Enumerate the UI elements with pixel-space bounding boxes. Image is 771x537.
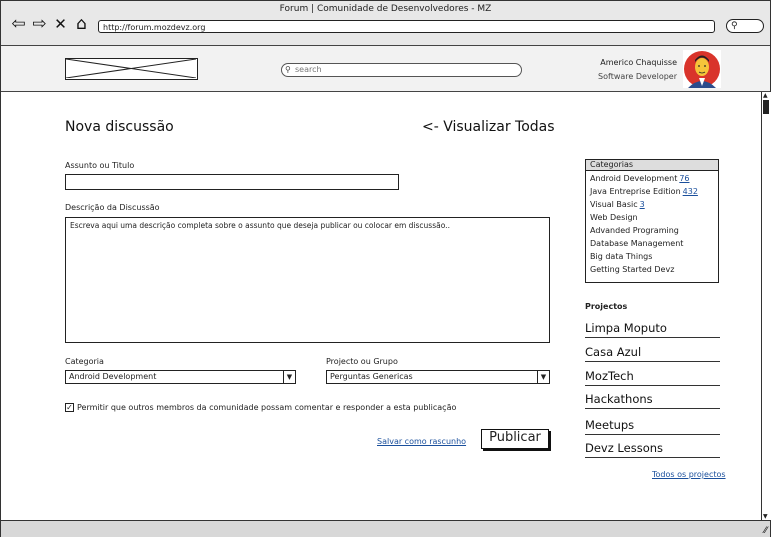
avatar[interactable] (683, 50, 721, 88)
page-title: Nova discussão (65, 119, 174, 135)
logo-image-icon (66, 59, 196, 78)
checkbox-checked-icon[interactable]: ✓ (65, 403, 74, 412)
category-item[interactable]: Android Development 76 (590, 174, 690, 183)
project-item[interactable]: MozTech (585, 369, 720, 386)
all-projects-link[interactable]: Todos os projectos (652, 470, 726, 479)
logo-placeholder[interactable] (65, 58, 198, 80)
close-icon[interactable]: ✕ (52, 15, 69, 33)
category-item[interactable]: Database Management (590, 239, 683, 248)
project-value: Perguntas Genericas (330, 372, 413, 381)
category-item[interactable]: Java Entreprise Edition 432 (590, 187, 698, 196)
save-draft-link[interactable]: Salvar como rascunho (377, 437, 466, 446)
user-role: Software Developer (598, 72, 677, 81)
project-item[interactable]: Limpa Moputo (585, 321, 720, 338)
publish-button[interactable]: Publicar (481, 429, 549, 449)
categories-panel: Categorias Android Development 76 Java En… (585, 159, 719, 283)
scroll-up-icon[interactable]: ▲ (763, 92, 768, 99)
forward-icon[interactable]: ⇨ (31, 15, 48, 33)
site-header: ⚲ search Americo Chaquisse Software Deve… (1, 46, 770, 92)
site-search-input[interactable]: ⚲ search (281, 63, 522, 77)
resize-icon[interactable]: ⁄⁄ (764, 526, 767, 536)
category-label: Categoria (65, 357, 104, 366)
browser-titlebar: Forum | Comunidade de Desenvolvedores - … (1, 1, 770, 46)
search-placeholder: search (295, 65, 322, 74)
category-item[interactable]: Advanded Programing (590, 226, 679, 235)
project-item[interactable]: Meetups (585, 418, 720, 435)
browser-window: Forum | Comunidade de Desenvolvedores - … (0, 0, 771, 537)
category-item[interactable]: Web Design (590, 213, 638, 222)
window-title: Forum | Comunidade de Desenvolvedores - … (279, 4, 492, 14)
subject-label: Assunto ou Titulo (65, 161, 135, 170)
search-icon: ⚲ (285, 65, 291, 74)
view-all-link[interactable]: <- Visualizar Todas (422, 119, 555, 135)
project-item[interactable]: Devz Lessons (585, 441, 720, 458)
vertical-scrollbar[interactable]: ▲ ▼ (761, 92, 771, 520)
project-select[interactable]: Perguntas Genericas ▼ (326, 370, 550, 384)
scroll-thumb[interactable] (763, 100, 769, 114)
project-item[interactable]: Casa Azul (585, 345, 720, 362)
dropdown-arrow-icon[interactable]: ▼ (537, 371, 549, 383)
project-item[interactable]: Hackathons (585, 392, 720, 409)
category-select[interactable]: Android Development ▼ (65, 370, 296, 384)
scroll-down-icon[interactable]: ▼ (763, 513, 768, 520)
home-icon[interactable]: ⌂ (73, 15, 90, 33)
subject-input[interactable] (65, 174, 399, 190)
category-item[interactable]: Big data Things (590, 252, 652, 261)
address-bar[interactable]: http://forum.mozdevz.org (98, 20, 715, 33)
projects-title: Projectos (585, 302, 628, 311)
search-icon: ⚲ (731, 21, 738, 31)
category-item[interactable]: Getting Started Devz (590, 265, 674, 274)
user-name[interactable]: Americo Chaquisse (561, 58, 677, 67)
back-icon[interactable]: ⇦ (10, 15, 27, 33)
project-label: Projecto ou Grupo (326, 357, 398, 366)
browser-search-button[interactable]: ⚲ (726, 19, 764, 33)
nav-buttons: ⇦ ⇨ ✕ ⌂ (10, 15, 90, 33)
category-item[interactable]: Visual Basic 3 (590, 200, 645, 209)
description-textarea[interactable]: Escreva aqui uma descrição completa sobr… (65, 217, 550, 343)
allow-comments-label: Permitir que outros membros da comunidad… (77, 403, 457, 412)
description-label: Descrição da Discussão (65, 203, 160, 212)
dropdown-arrow-icon[interactable]: ▼ (283, 371, 295, 383)
categories-title: Categorias (586, 160, 718, 171)
allow-comments-row: ✓ Permitir que outros membros da comunid… (65, 403, 456, 412)
category-value: Android Development (69, 372, 157, 381)
status-bar: ⁄⁄ (1, 520, 770, 537)
